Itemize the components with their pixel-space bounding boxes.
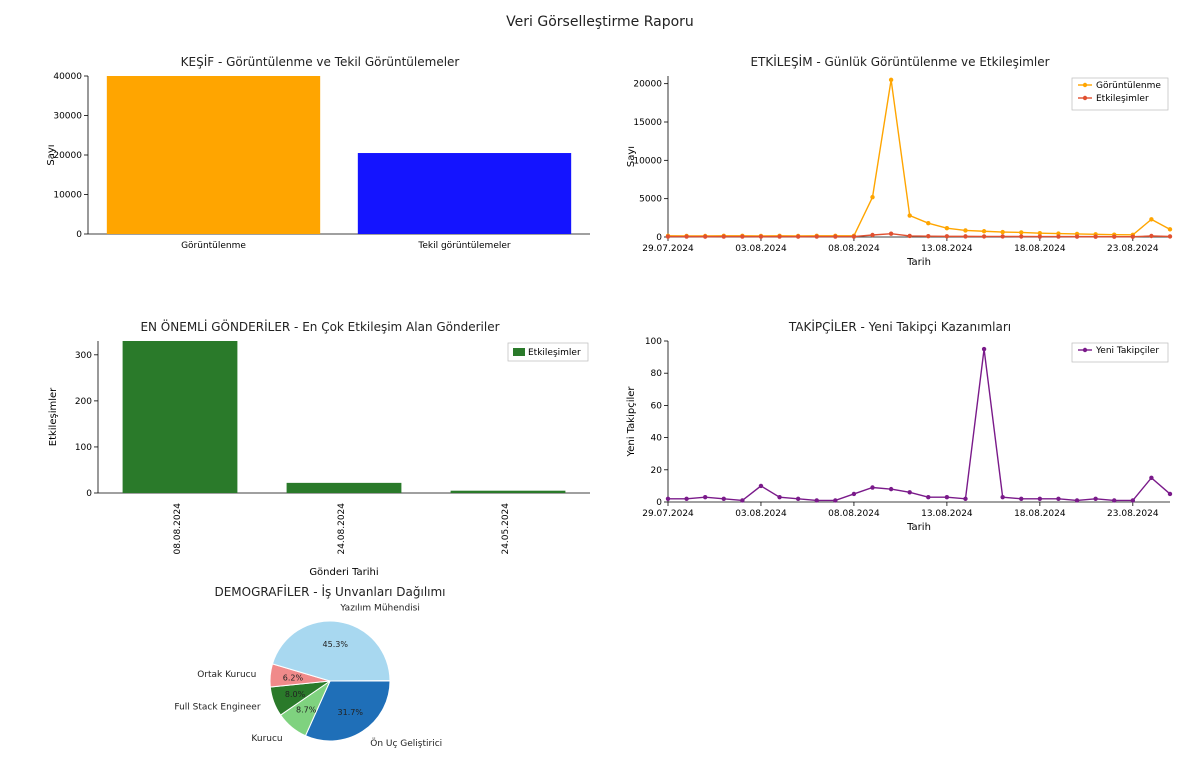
svg-text:Yeni Takipçiler: Yeni Takipçiler (1095, 346, 1159, 356)
svg-text:200: 200 (75, 397, 92, 407)
svg-text:10000: 10000 (633, 156, 662, 166)
svg-text:0: 0 (76, 230, 82, 240)
figure-suptitle: Veri Görselleştirme Raporu (0, 14, 1200, 30)
svg-text:Yeni Takipçiler: Yeni Takipçiler (626, 386, 637, 458)
svg-text:80: 80 (651, 369, 663, 379)
panel-gonderiler: EN ÖNEMLİ GÖNDERİLER - En Çok Etkileşim … (40, 320, 600, 580)
svg-text:0: 0 (86, 489, 92, 499)
svg-text:100: 100 (75, 443, 92, 453)
svg-text:8.0%: 8.0% (285, 690, 306, 699)
panel-kesif: KEŞİF - Görüntülenme ve Tekil Görüntülem… (40, 55, 600, 255)
svg-text:Etkileşimler: Etkileşimler (48, 387, 59, 446)
svg-text:18.08.2024: 18.08.2024 (1014, 244, 1066, 254)
svg-text:Görüntülenme: Görüntülenme (181, 241, 246, 251)
svg-text:18.08.2024: 18.08.2024 (1014, 509, 1066, 519)
title-demografi: DEMOGRAFİLER - İş Unvanları Dağılımı (130, 585, 530, 599)
panel-demografi: DEMOGRAFİLER - İş Unvanları Dağılımı Ön … (130, 585, 530, 765)
title-gonderiler: EN ÖNEMLİ GÖNDERİLER - En Çok Etkileşim … (40, 320, 600, 334)
svg-text:6.2%: 6.2% (283, 673, 304, 682)
svg-text:15000: 15000 (633, 118, 662, 128)
svg-text:Tekil görüntülemeler: Tekil görüntülemeler (417, 241, 511, 251)
svg-text:23.08.2024: 23.08.2024 (1107, 509, 1159, 519)
svg-text:08.08.2024: 08.08.2024 (828, 509, 880, 519)
title-etkilesim: ETKİLEŞİM - Günlük Görüntülenme ve Etkil… (620, 55, 1180, 69)
svg-text:20000: 20000 (633, 80, 662, 90)
svg-text:40000: 40000 (53, 72, 82, 82)
svg-text:Kurucu: Kurucu (251, 734, 282, 744)
svg-text:Ön Uç Geliştirici: Ön Uç Geliştirici (370, 738, 442, 749)
svg-text:03.08.2024: 03.08.2024 (735, 509, 787, 519)
svg-text:Görüntülenme: Görüntülenme (1096, 81, 1161, 91)
svg-text:100: 100 (645, 337, 662, 347)
svg-text:Sayı: Sayı (46, 144, 57, 165)
svg-text:300: 300 (75, 351, 92, 361)
svg-text:30000: 30000 (53, 112, 82, 122)
svg-text:24.08.2024: 24.08.2024 (337, 503, 347, 555)
svg-text:40: 40 (651, 434, 663, 444)
svg-text:08.08.2024: 08.08.2024 (828, 244, 880, 254)
svg-text:0: 0 (656, 233, 662, 243)
svg-text:31.7%: 31.7% (338, 708, 364, 717)
svg-text:23.08.2024: 23.08.2024 (1107, 244, 1159, 254)
svg-text:Etkileşimler: Etkileşimler (1096, 94, 1149, 104)
svg-text:08.08.2024: 08.08.2024 (173, 503, 183, 555)
svg-text:60: 60 (651, 401, 663, 411)
svg-text:Etkileşimler: Etkileşimler (528, 348, 581, 358)
svg-text:29.07.2024: 29.07.2024 (642, 244, 694, 254)
svg-text:13.08.2024: 13.08.2024 (921, 244, 973, 254)
panel-etkilesim: ETKİLEŞİM - Günlük Görüntülenme ve Etkil… (620, 55, 1180, 270)
svg-text:20: 20 (651, 466, 663, 476)
panel-takipciler: TAKİPÇİLER - Yeni Takipçi Kazanımları 02… (620, 320, 1180, 535)
title-kesif: KEŞİF - Görüntülenme ve Tekil Görüntülem… (40, 55, 600, 69)
svg-text:Tarih: Tarih (906, 522, 931, 533)
svg-text:Tarih: Tarih (906, 257, 931, 268)
svg-text:20000: 20000 (53, 151, 82, 161)
svg-text:24.05.2024: 24.05.2024 (501, 503, 511, 555)
svg-text:Sayı: Sayı (626, 146, 637, 167)
svg-text:0: 0 (656, 498, 662, 508)
svg-text:03.08.2024: 03.08.2024 (735, 244, 787, 254)
svg-text:Yazılım Mühendisi: Yazılım Mühendisi (339, 604, 419, 614)
svg-text:10000: 10000 (53, 191, 82, 201)
svg-text:8.7%: 8.7% (296, 706, 317, 715)
svg-text:5000: 5000 (639, 195, 662, 205)
svg-text:Ortak Kurucu: Ortak Kurucu (197, 670, 256, 680)
svg-text:13.08.2024: 13.08.2024 (921, 509, 973, 519)
svg-text:Full Stack Engineer: Full Stack Engineer (174, 703, 260, 713)
title-takipciler: TAKİPÇİLER - Yeni Takipçi Kazanımları (620, 320, 1180, 334)
svg-text:45.3%: 45.3% (323, 640, 349, 649)
svg-text:29.07.2024: 29.07.2024 (642, 509, 694, 519)
svg-text:Gönderi Tarihi: Gönderi Tarihi (309, 567, 378, 578)
